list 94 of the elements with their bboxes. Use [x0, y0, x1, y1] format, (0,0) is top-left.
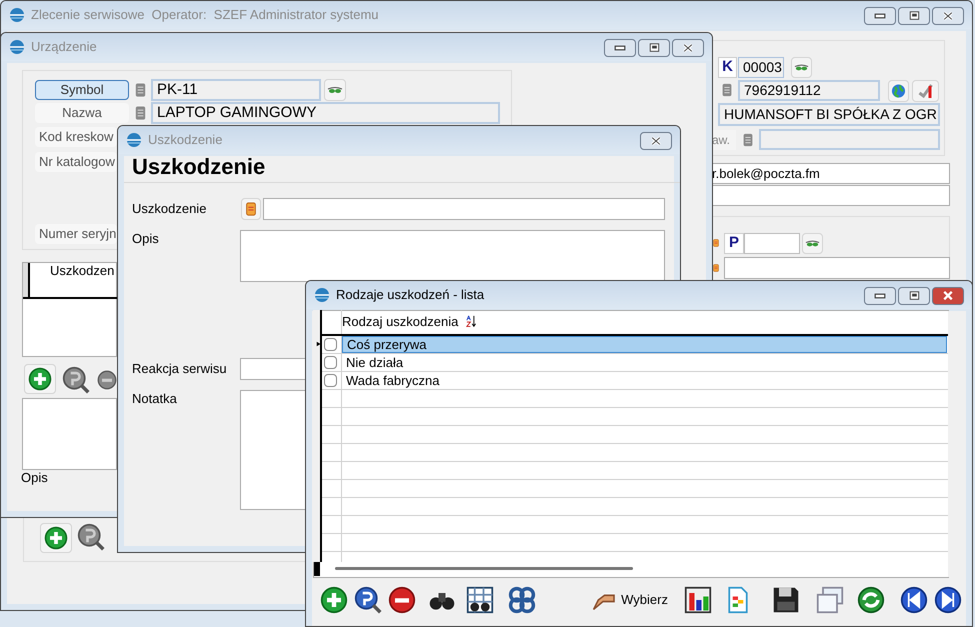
- glasses-button[interactable]: [802, 233, 823, 254]
- minimize-button[interactable]: [864, 7, 896, 25]
- preview-icon: [62, 366, 90, 394]
- checkbox[interactable]: [324, 356, 337, 369]
- table-search-button[interactable]: [466, 586, 494, 614]
- app-icon: [9, 39, 25, 55]
- minimize-icon: [614, 45, 626, 51]
- scrollbar-thumb[interactable]: [335, 567, 633, 570]
- chart-button[interactable]: [684, 586, 712, 614]
- save-button[interactable]: [772, 586, 800, 614]
- window-title: Uszkodzenie: [148, 131, 224, 150]
- nip-field[interactable]: 7962919112: [738, 80, 880, 101]
- minimize-icon: [874, 293, 886, 299]
- row-pointer-icon: [316, 340, 322, 348]
- field-label: Uszkodzenie: [132, 200, 208, 218]
- preview-button[interactable]: [354, 586, 382, 614]
- add-button[interactable]: [320, 586, 348, 614]
- text-field[interactable]: LAPTOP GAMINGOWY: [151, 102, 500, 124]
- close-button[interactable]: [932, 287, 964, 305]
- window-title: Zlecenie serwisowe Operator: SZEF Administrator systemu: [31, 6, 380, 24]
- field-label-button[interactable]: Symbol: [35, 80, 129, 100]
- gears-icon: [508, 586, 536, 614]
- add-icon: [320, 586, 348, 614]
- select-button[interactable]: Wybierz: [592, 586, 668, 614]
- glasses-button[interactable]: [324, 79, 346, 101]
- chart-icon: [684, 586, 712, 614]
- minimize-icon: [874, 13, 886, 19]
- text-field[interactable]: [240, 358, 306, 380]
- field-label-button[interactable]: Nazwa: [35, 103, 129, 123]
- add-icon: [43, 526, 69, 550]
- field-label: aw.: [712, 130, 736, 150]
- globe-button[interactable]: [888, 80, 909, 102]
- table-search-icon: [466, 586, 494, 614]
- book-button[interactable]: [241, 198, 261, 220]
- first-icon: [900, 586, 928, 614]
- delete-icon: [388, 586, 416, 614]
- list-icon: [133, 104, 148, 122]
- app-icon: [126, 132, 142, 148]
- code-field[interactable]: 00003: [738, 57, 784, 78]
- minimize-button[interactable]: [864, 287, 896, 305]
- globe-icon: [891, 83, 906, 99]
- delete-button[interactable]: [388, 586, 416, 614]
- gears-button[interactable]: [508, 586, 536, 614]
- last-button[interactable]: [934, 586, 962, 614]
- text-field[interactable]: [712, 185, 950, 206]
- column-header[interactable]: Rodzaj uszkodzenia: [342, 311, 472, 333]
- list-icon: [720, 81, 734, 99]
- last-icon: [934, 586, 962, 614]
- text-field[interactable]: PK-11: [151, 79, 321, 101]
- glasses-button[interactable]: [791, 57, 812, 78]
- refresh-button[interactable]: [857, 586, 885, 614]
- field-label-button[interactable]: Numer seryjn: [35, 224, 117, 244]
- windows-icon: [816, 586, 844, 614]
- window-title: Rodzaje uszkodzeń - lista: [336, 286, 486, 304]
- field-label: Reakcja serwisu: [132, 360, 228, 378]
- close-button[interactable]: [640, 132, 672, 150]
- list-row[interactable]: Coś przerywa: [342, 336, 947, 353]
- close-button[interactable]: [932, 7, 964, 25]
- text-field[interactable]: [759, 129, 940, 150]
- check-button[interactable]: [912, 80, 939, 102]
- list-icon: [741, 131, 755, 149]
- checkbox[interactable]: [324, 338, 337, 351]
- maximize-button[interactable]: [898, 7, 930, 25]
- maximize-button[interactable]: [898, 287, 930, 305]
- preview-icon: [354, 586, 382, 614]
- app-icon: [9, 7, 25, 23]
- save-icon: [772, 586, 800, 614]
- checkbox[interactable]: [324, 374, 337, 387]
- prefix-label: K: [718, 57, 737, 78]
- close-button[interactable]: [672, 39, 704, 57]
- field-label-button[interactable]: Kod kreskow: [35, 127, 117, 147]
- preview-icon: [77, 523, 105, 551]
- minimize-button[interactable]: [604, 39, 636, 57]
- list-icon: [133, 81, 148, 99]
- maximize-button[interactable]: [638, 39, 670, 57]
- windows-button[interactable]: [816, 586, 844, 614]
- refresh-icon: [857, 586, 885, 614]
- row-indicator: [314, 562, 320, 576]
- field-label: Opis: [21, 470, 49, 486]
- text-field[interactable]: [263, 198, 665, 220]
- dialog-heading: Uszkodzenie: [132, 152, 266, 180]
- prefix-label: P: [724, 233, 744, 254]
- add-icon: [27, 367, 53, 391]
- field-label: Notatka: [132, 390, 178, 408]
- text-field[interactable]: [724, 257, 950, 279]
- field-label: Opis: [132, 230, 160, 248]
- field-label-button[interactable]: Nr katalogow: [35, 152, 117, 172]
- email-field[interactable]: r.bolek@poczta.fm: [712, 163, 950, 184]
- name-field[interactable]: HUMANSOFT BI SPÓŁKA Z OGR: [718, 103, 940, 126]
- book-icon: [244, 201, 258, 217]
- first-button[interactable]: [900, 586, 928, 614]
- window-title: Urządzenie: [31, 38, 98, 56]
- text-field[interactable]: [744, 233, 800, 254]
- app-icon: [314, 287, 330, 303]
